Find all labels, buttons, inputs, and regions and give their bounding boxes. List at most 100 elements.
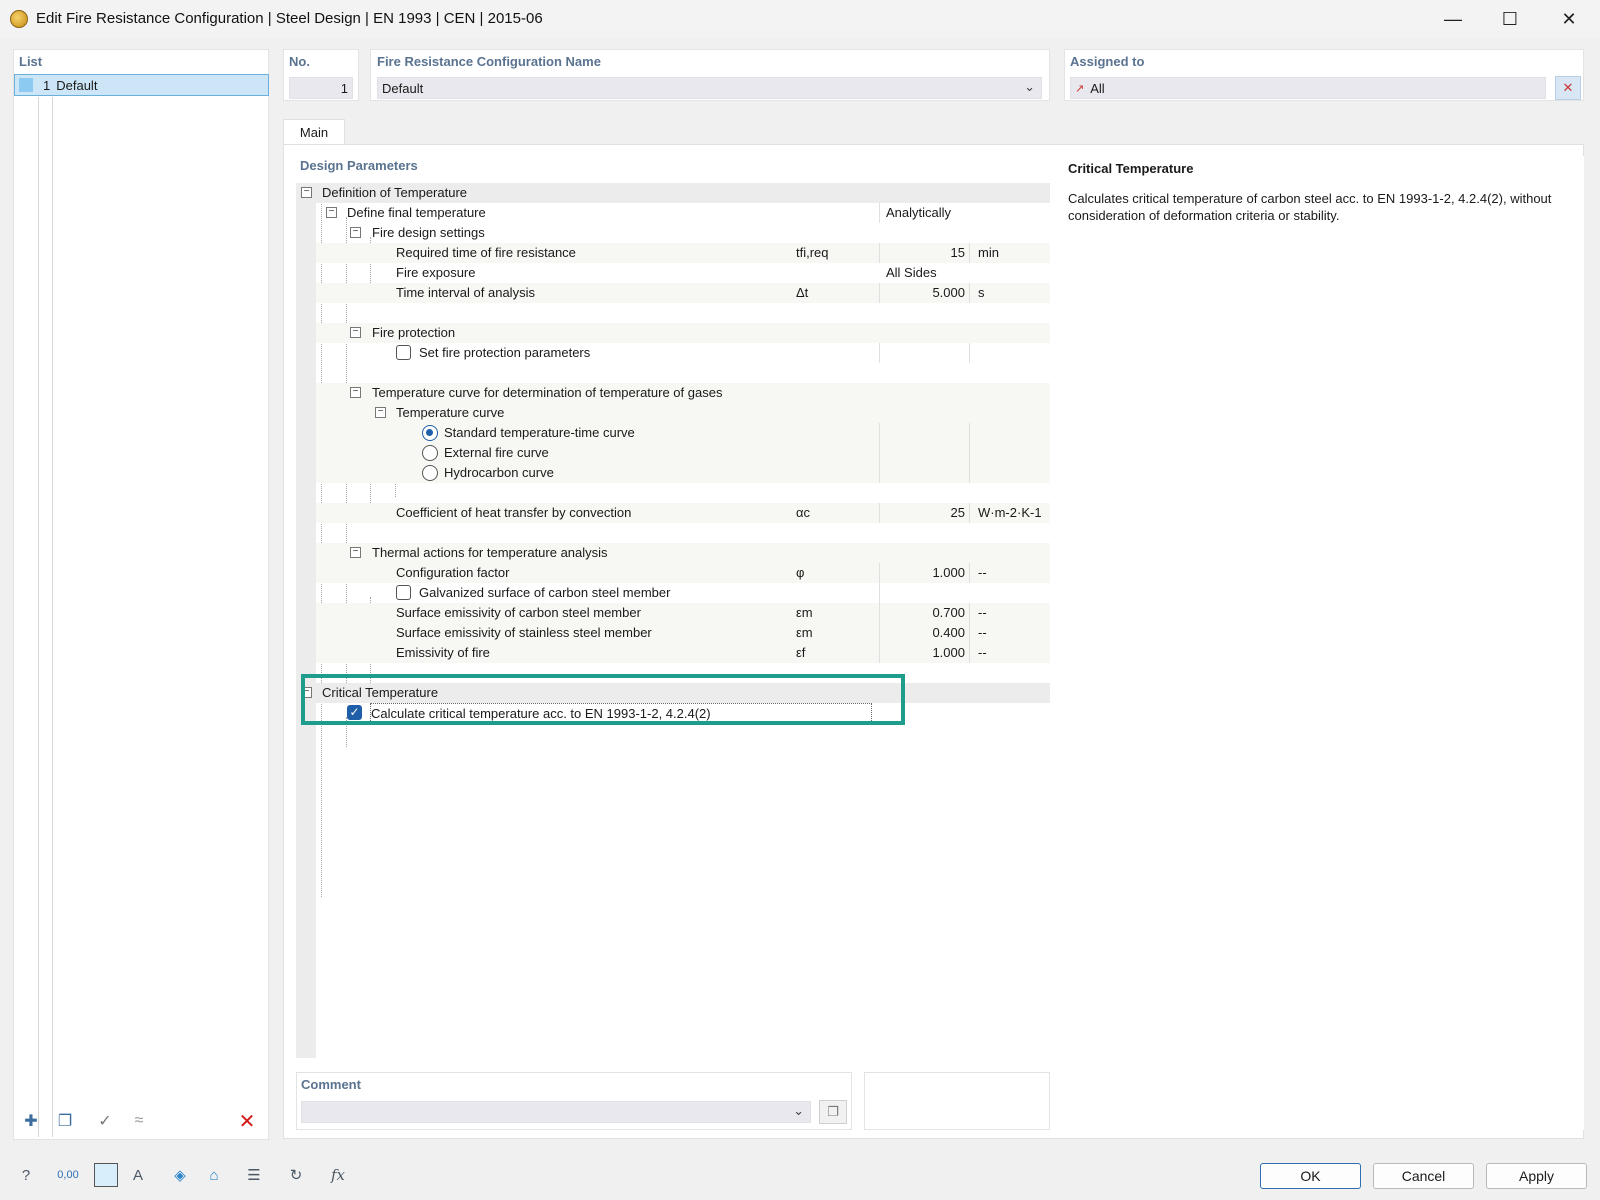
description-title: Critical Temperature	[1068, 161, 1194, 176]
row-unit: --	[978, 625, 987, 640]
row-label: Required time of fire resistance	[396, 245, 576, 260]
emissivity-stainless-input[interactable]: 0.400	[882, 623, 970, 643]
row-define-final-temperature: − Define final temperature Analytically	[316, 203, 1050, 223]
time-interval-input[interactable]: 5.000	[882, 283, 970, 303]
text-format-icon[interactable]: A	[124, 1161, 152, 1189]
collapse-icon[interactable]: −	[326, 207, 337, 218]
tab-main[interactable]: Main	[283, 119, 345, 145]
external-curve-radio[interactable]	[422, 445, 438, 461]
parameter-tree: − Definition of Temperature − Define fin…	[296, 183, 1050, 1058]
reset-icon[interactable]: ↻	[282, 1161, 310, 1189]
collapse-icon[interactable]: −	[350, 547, 361, 558]
fire-protection-checkbox[interactable]	[396, 345, 411, 360]
row-label: Galvanized surface of carbon steel membe…	[419, 585, 671, 600]
assigned-label: Assigned to	[1070, 54, 1145, 69]
required-time-input[interactable]: 15	[882, 243, 970, 263]
standard-curve-radio[interactable]	[422, 425, 438, 441]
minimize-button[interactable]: —	[1430, 4, 1476, 34]
name-panel: Fire Resistance Configuration Name Defau…	[370, 49, 1050, 101]
comment-side-panel	[864, 1072, 1050, 1130]
row-label: Surface emissivity of carbon steel membe…	[396, 605, 641, 620]
collapse-icon[interactable]: −	[350, 227, 361, 238]
ok-button[interactable]: OK	[1260, 1163, 1361, 1189]
row-set-fire-protection: Set fire protection parameters	[316, 343, 1050, 363]
library-icon[interactable]: ☰	[240, 1161, 268, 1189]
model-view-icon[interactable]: ◈	[166, 1161, 194, 1189]
select-objects-icon[interactable]: ✕	[1555, 76, 1581, 100]
number-panel: No. 1	[283, 49, 359, 101]
final-temperature-select[interactable]: Analytically	[882, 203, 1050, 223]
row-label: Temperature curve	[396, 405, 505, 420]
assigned-field[interactable]: ↗ All	[1070, 77, 1546, 99]
collapse-icon[interactable]: −	[301, 187, 312, 198]
row-label: Coefficient of heat transfer by convecti…	[396, 505, 632, 520]
galvanized-checkbox[interactable]	[396, 585, 411, 600]
name-label: Fire Resistance Configuration Name	[377, 54, 601, 69]
row-symbol: εm	[794, 623, 880, 643]
coefficient-input[interactable]: 25	[882, 503, 970, 523]
check-all-icon[interactable]: ✓	[92, 1109, 118, 1133]
hydrocarbon-curve-radio[interactable]	[422, 465, 438, 481]
maximize-button[interactable]: ☐	[1487, 4, 1533, 34]
emissivity-fire-input[interactable]: 1.000	[882, 643, 970, 663]
row-symbol: εf	[794, 643, 880, 663]
row-unit: --	[978, 565, 987, 580]
row-label: Temperature curve for determination of t…	[372, 385, 723, 400]
copy-item-icon[interactable]: ❐	[52, 1109, 78, 1133]
collapse-icon[interactable]: −	[350, 327, 361, 338]
row-emissivity-fire: Emissivity of fire εf 1.000 --	[316, 643, 1050, 663]
formula-icon[interactable]: fx	[324, 1161, 352, 1189]
name-select[interactable]: Default ⌄	[377, 77, 1042, 99]
emissivity-carbon-input[interactable]: 0.700	[882, 603, 970, 623]
row-label: Surface emissivity of stainless steel me…	[396, 625, 652, 640]
row-temperature-curve: − Temperature curve	[316, 403, 1050, 423]
list-item[interactable]: 1 Default	[14, 74, 269, 96]
delete-icon[interactable]: ✕	[234, 1109, 260, 1133]
copy-comment-icon[interactable]: ❐	[819, 1100, 847, 1124]
new-item-icon[interactable]: ✚	[18, 1109, 44, 1133]
chevron-down-icon: ⌄	[793, 1103, 804, 1118]
apply-button[interactable]: Apply	[1486, 1163, 1587, 1189]
row-definition-of-temperature: − Definition of Temperature	[301, 183, 1050, 203]
row-label: Hydrocarbon curve	[444, 465, 554, 480]
row-emissivity-carbon: Surface emissivity of carbon steel membe…	[316, 603, 1050, 623]
collapse-icon[interactable]: −	[375, 407, 386, 418]
highlight-box	[301, 674, 905, 725]
row-label: External fire curve	[444, 445, 549, 460]
row-temperature-curve-gases: − Temperature curve for determination of…	[316, 383, 1050, 403]
row-symbol: Δt	[794, 283, 880, 303]
design-parameters-panel: Design Parameters − Definition of Temper…	[296, 156, 1050, 1058]
list-panel: List 1 Default ✚ ❐ ✓ ≈ ✕	[13, 49, 269, 1140]
row-label: Standard temperature-time curve	[444, 425, 635, 440]
row-label: Fire exposure	[396, 265, 476, 280]
row-label: Definition of Temperature	[322, 185, 468, 200]
color-swatch	[19, 78, 33, 92]
configuration-factor-input[interactable]: 1.000	[882, 563, 970, 583]
number-field[interactable]: 1	[289, 77, 353, 99]
row-label: Emissivity of fire	[396, 645, 490, 660]
import-icon[interactable]: ⌂	[200, 1161, 228, 1189]
row-unit: --	[978, 645, 987, 660]
uncheck-icon[interactable]: ≈	[126, 1109, 152, 1133]
row-label: Time interval of analysis	[396, 285, 535, 300]
list-item-number: 1	[43, 77, 51, 93]
collapse-icon[interactable]: −	[350, 387, 361, 398]
assigned-value: All	[1090, 80, 1105, 96]
row-coefficient-heat-transfer: Coefficient of heat transfer by convecti…	[316, 503, 1050, 523]
row-label: Define final temperature	[347, 205, 486, 220]
help-icon[interactable]: ?	[12, 1161, 40, 1189]
list-label: List	[19, 54, 43, 69]
row-required-time: Required time of fire resistance tfi,req…	[316, 243, 1050, 263]
window-title: Edit Fire Resistance Configuration | Ste…	[36, 10, 543, 27]
row-fire-design-settings: − Fire design settings	[316, 223, 1050, 243]
color-icon[interactable]	[94, 1163, 118, 1187]
cancel-button[interactable]: Cancel	[1373, 1163, 1474, 1189]
comment-label: Comment	[301, 1077, 361, 1092]
row-fire-protection: − Fire protection	[316, 323, 1050, 343]
app-icon	[10, 10, 28, 28]
row-galvanized: Galvanized surface of carbon steel membe…	[316, 583, 1050, 603]
comment-input[interactable]: ⌄	[301, 1101, 811, 1123]
fire-exposure-select[interactable]: All Sides	[882, 263, 1050, 283]
close-button[interactable]: ✕	[1546, 4, 1592, 34]
units-icon[interactable]: 0,00	[54, 1161, 82, 1189]
